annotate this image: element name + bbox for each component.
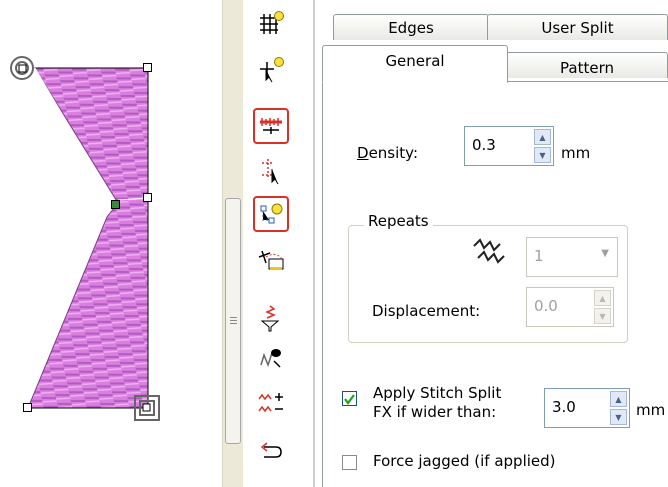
tab-general[interactable]: General bbox=[322, 45, 508, 83]
density-value: 0.3 bbox=[472, 136, 496, 154]
mid-point-handle[interactable] bbox=[143, 193, 152, 202]
displacement-spinner[interactable]: ▲ ▼ bbox=[594, 290, 611, 324]
density-spin-up-icon[interactable]: ▲ bbox=[534, 129, 551, 145]
density-field[interactable]: 0.3 ▲ ▼ bbox=[464, 126, 554, 166]
grid-bulb-tool-button[interactable] bbox=[253, 6, 289, 42]
repeats-value: 1 bbox=[534, 247, 544, 265]
trace-icon bbox=[260, 349, 281, 368]
split-points-tool-button[interactable] bbox=[253, 196, 289, 232]
stitch-plus-minus-tool-button[interactable] bbox=[253, 386, 289, 422]
split-points-bulb-icon bbox=[260, 203, 283, 224]
tab-user-split[interactable]: User Split bbox=[487, 14, 668, 40]
select-point-tool-button[interactable] bbox=[253, 50, 289, 86]
reshape-icon bbox=[262, 159, 279, 185]
measure-tool-button[interactable] bbox=[253, 108, 289, 144]
tab-pattern[interactable]: Pattern bbox=[506, 52, 668, 78]
force-jagged-label: Force jagged (if applied) bbox=[373, 452, 556, 470]
displacement-spin-up-icon[interactable]: ▲ bbox=[594, 290, 611, 306]
split-width-spinner[interactable]: ▲ ▼ bbox=[610, 391, 627, 425]
density-label: Density: bbox=[357, 144, 419, 162]
scrollbar-thumb[interactable] bbox=[225, 198, 241, 444]
toolbar-separator bbox=[313, 0, 315, 487]
displacement-value: 0.0 bbox=[534, 297, 558, 315]
density-spinner[interactable]: ▲ ▼ bbox=[534, 129, 551, 163]
repeats-pattern-icon bbox=[473, 238, 505, 264]
density-label-text: ensity: bbox=[368, 144, 419, 162]
stitch-plus-minus-icon bbox=[258, 393, 283, 413]
density-unit: mm bbox=[561, 144, 591, 162]
split-width-value: 3.0 bbox=[552, 398, 576, 416]
displacement-field[interactable]: 0.0 ▲ ▼ bbox=[526, 287, 614, 327]
displacement-spin-down-icon[interactable]: ▼ bbox=[594, 308, 611, 324]
apply-split-label-line1: Apply Stitch Split bbox=[373, 384, 502, 402]
start-point-handle[interactable] bbox=[143, 63, 152, 72]
grid-bulb-icon bbox=[260, 11, 284, 34]
reshape-tool-button[interactable] bbox=[253, 152, 289, 188]
tab-user-split-label: User Split bbox=[541, 19, 614, 37]
split-width-field[interactable]: 3.0 ▲ ▼ bbox=[544, 388, 630, 428]
return-tool-button[interactable] bbox=[253, 434, 289, 470]
force-jagged-checkbox[interactable] bbox=[342, 455, 357, 470]
select-point-bulb-icon bbox=[260, 57, 284, 83]
tab-edges[interactable]: Edges bbox=[333, 14, 489, 40]
repeats-select[interactable]: 1 ▼ bbox=[526, 237, 618, 277]
split-width-unit: mm bbox=[636, 401, 666, 419]
start-marker-icon[interactable] bbox=[8, 54, 38, 84]
center-point-handle[interactable] bbox=[111, 200, 120, 209]
tab-general-label: General bbox=[385, 52, 445, 70]
tab-pattern-label: Pattern bbox=[560, 59, 614, 77]
apply-split-checkbox[interactable] bbox=[342, 391, 357, 406]
tab-edges-label: Edges bbox=[388, 19, 434, 37]
design-canvas[interactable] bbox=[0, 0, 222, 487]
return-arrow-icon bbox=[260, 442, 282, 458]
measure-icon bbox=[260, 118, 282, 134]
split-width-spin-up-icon[interactable]: ▲ bbox=[610, 391, 627, 407]
chevron-down-icon: ▼ bbox=[601, 248, 609, 259]
apply-split-label: Apply Stitch Split FX if wider than: bbox=[373, 384, 501, 422]
tool-toolbar bbox=[243, 0, 316, 487]
end-marker-icon[interactable] bbox=[132, 393, 162, 423]
split-width-spin-down-icon[interactable]: ▼ bbox=[610, 409, 627, 425]
density-spin-down-icon[interactable]: ▼ bbox=[534, 147, 551, 163]
stitch-funnel-tool-button[interactable] bbox=[253, 300, 289, 336]
stitch-funnel-icon bbox=[260, 305, 280, 332]
angle-tool-button[interactable] bbox=[253, 242, 289, 278]
vertical-scrollbar[interactable] bbox=[222, 0, 244, 487]
angle-tool-icon bbox=[258, 250, 284, 270]
checkmark-icon bbox=[344, 394, 355, 405]
displacement-label: Displacement: bbox=[372, 302, 481, 320]
trace-tool-button[interactable] bbox=[253, 340, 289, 376]
apply-split-label-line2: FX if wider than: bbox=[373, 403, 497, 421]
repeats-title: Repeats bbox=[364, 212, 433, 230]
corner-point-handle[interactable] bbox=[23, 403, 32, 412]
